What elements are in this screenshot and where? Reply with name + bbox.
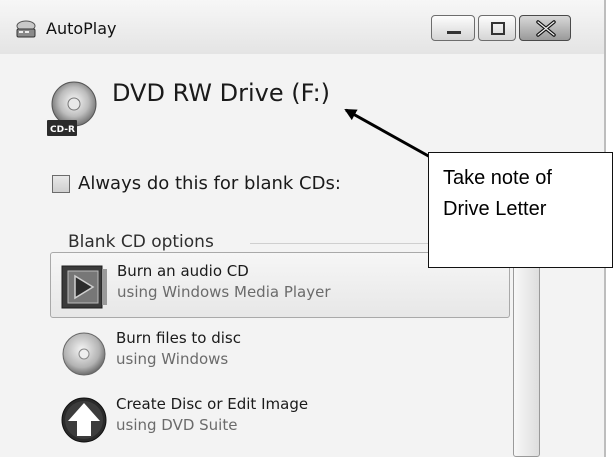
media-player-icon [61,265,107,309]
annotation-callout: Take note of Drive Letter [428,152,613,268]
up-arrow-disc-icon [61,397,107,443]
disc-icon [62,332,106,376]
always-do-this-checkbox[interactable] [52,175,70,193]
option-burn-files[interactable]: Burn files to disc using Windows [50,320,510,386]
minimize-icon [447,31,461,34]
autoplay-icon [16,20,36,38]
option-subtitle: using DVD Suite [116,416,238,434]
cd-drive-icon: CD-R [47,81,97,136]
minimize-button[interactable] [431,15,475,41]
vertical-scrollbar[interactable] [513,252,540,457]
close-button[interactable] [519,15,571,41]
options-list: Burn an audio CD using Windows Media Pla… [50,252,510,457]
cd-r-badge: CD-R [50,125,75,135]
close-icon [536,20,556,37]
option-title: Create Disc or Edit Image [116,395,309,413]
option-title: Burn files to disc [116,329,241,347]
option-create-disc[interactable]: Create Disc or Edit Image using DVD Suit… [50,386,510,452]
annotation-text: Take note of Drive Letter [443,167,552,220]
option-subtitle: using Windows [116,350,229,368]
blank-cd-options-header: Blank CD options [68,232,214,252]
option-subtitle: using Windows Media Player [117,283,331,301]
drive-title: DVD RW Drive (F:) [112,79,331,107]
option-title: Burn an audio CD [117,262,249,280]
title-bar: AutoPlay [0,0,604,54]
maximize-button[interactable] [478,15,516,41]
always-do-this-label: Always do this for blank CDs: [78,173,341,194]
window-title: AutoPlay [46,19,117,38]
maximize-icon [491,22,505,35]
